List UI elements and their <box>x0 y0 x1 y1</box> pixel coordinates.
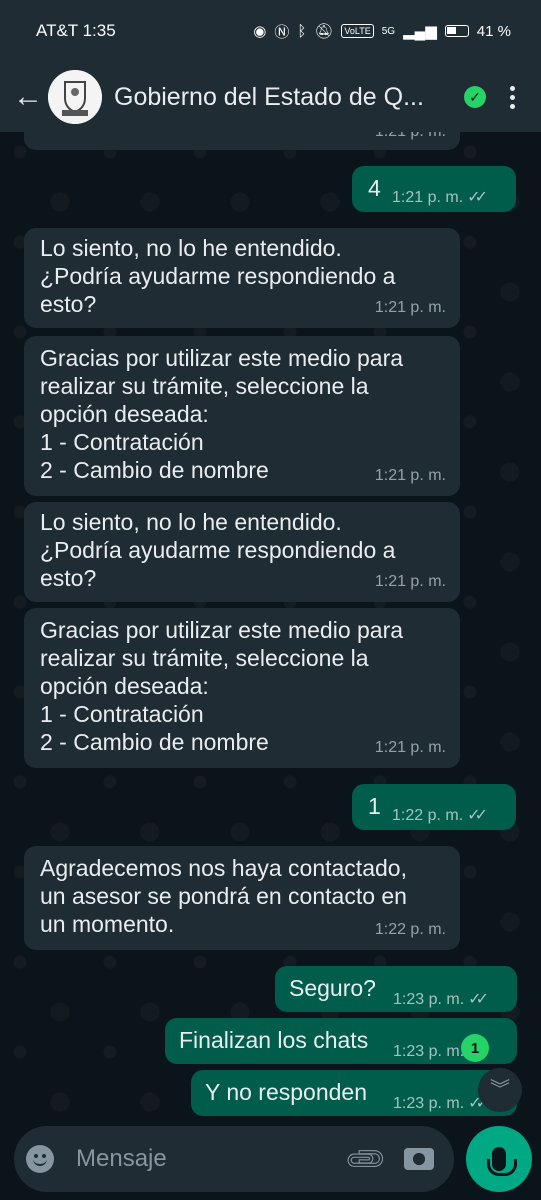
message-time: 1:21 p. m. <box>374 299 446 316</box>
message-time: 1:23 p. m.✓✓ <box>393 1095 489 1112</box>
double-chevron-down-icon: ︾ <box>490 1079 510 1101</box>
message-text: Finalizan los chats <box>179 1027 369 1053</box>
read-ticks-icon: ✓✓ <box>467 189 488 206</box>
back-arrow-icon[interactable]: ← <box>8 82 48 112</box>
message-outgoing[interactable]: 4 1:21 p. m. ✓✓ <box>352 166 516 212</box>
message-text: Seguro? <box>289 975 376 1001</box>
scroll-to-bottom-button[interactable]: ︾ <box>478 1068 522 1112</box>
message-time: 1:21 p. m. <box>374 467 446 484</box>
message-input[interactable]: Mensaje <box>76 1145 348 1173</box>
message-time: 1:21 p. m. <box>374 739 446 756</box>
message-text: 4 <box>368 175 381 201</box>
message-incoming[interactable]: Lo siento, no lo he entendido. ¿Podría a… <box>24 228 460 328</box>
message-text: 1 <box>368 793 381 819</box>
attach-paperclip-icon[interactable]: 📎︎ <box>342 1135 390 1183</box>
more-options-icon[interactable] <box>510 85 515 109</box>
message-outgoing[interactable]: Seguro? 1:23 p. m. ✓✓ <box>275 966 517 1012</box>
microphone-icon <box>487 1147 517 1176</box>
verified-badge-icon: ✓ <box>464 86 486 108</box>
chat-header: ← Gobierno del Estado de Q... ✓ <box>0 62 541 132</box>
message-time: 1:23 p. m.✓✓ <box>393 991 489 1008</box>
read-ticks-icon: ✓✓ <box>468 991 489 1008</box>
avatar[interactable] <box>48 70 102 124</box>
volte-icon: VoLTE <box>341 24 374 38</box>
contact-name[interactable]: Gobierno del Estado de Q... <box>114 83 454 112</box>
message-time: 1:21 p. m. ✓✓ <box>392 189 488 206</box>
battery-percent: 41 % <box>476 22 511 40</box>
message-incoming[interactable]: Gracias por utilizar este medio para rea… <box>24 336 460 496</box>
bluetooth-icon: ᛒ <box>297 22 307 40</box>
message-text: Gracias por utilizar este medio para rea… <box>40 617 404 755</box>
message-incoming[interactable]: Lo siento, no lo he entendido. ¿Podría a… <box>24 502 460 602</box>
emoji-icon[interactable] <box>26 1145 54 1173</box>
message-outgoing[interactable]: 1 1:22 p. m. ✓✓ <box>352 784 516 830</box>
signal-icon: ▂▄▆ <box>403 23 437 40</box>
message-text: Gracias por utilizar este medio para rea… <box>40 345 404 483</box>
chat-area[interactable]: 1:21 p. m. 4 1:21 p. m.✓✓ Lo siento, no … <box>0 132 541 1132</box>
message-time: 1:21 p. m. <box>375 132 446 146</box>
message-incoming[interactable]: Agradecemos nos haya contactado, un ases… <box>24 846 460 950</box>
network-label: 5G <box>381 25 396 37</box>
mute-icon: 🔕︎ <box>314 23 334 40</box>
coat-of-arms-logo <box>48 70 102 124</box>
message-text: Lo siento, no lo he entendido. ¿Podría a… <box>40 509 396 591</box>
eye-icon: ◉ <box>253 23 267 40</box>
read-ticks-icon: ✓✓ <box>467 807 488 824</box>
status-icons: ◉ Ⓝ ᛒ 🔕︎ VoLTE 5G ▂▄▆ 41 % <box>253 21 511 42</box>
unread-count-badge: 1 <box>461 1034 489 1062</box>
message-time: 1:22 p. m. ✓✓ <box>392 807 488 824</box>
message-outgoing[interactable]: Y no responden 1:23 p. m. ✓✓ <box>191 1070 517 1116</box>
message-incoming[interactable]: Gracias por utilizar este medio para rea… <box>24 608 460 768</box>
voice-message-button[interactable] <box>466 1126 532 1192</box>
camera-icon[interactable] <box>404 1148 434 1170</box>
status-carrier-time: AT&T 1:35 <box>36 21 116 40</box>
status-bar: AT&T 1:35 ◉ Ⓝ ᛒ 🔕︎ VoLTE 5G ▂▄▆ 41 % <box>0 0 541 62</box>
message-incoming[interactable]: 1:21 p. m. <box>24 132 460 150</box>
nfc-icon: Ⓝ <box>274 23 290 41</box>
battery-icon <box>444 25 469 37</box>
message-text: Lo siento, no lo he entendido. ¿Podría a… <box>40 235 396 317</box>
message-time: 1:22 p. m. <box>374 921 446 938</box>
message-composer: Mensaje 📎︎ <box>14 1126 454 1192</box>
message-text: Agradecemos nos haya contactado, un ases… <box>40 855 407 937</box>
message-text: Y no responden <box>205 1079 367 1105</box>
message-time: 1:21 p. m. <box>374 573 446 590</box>
